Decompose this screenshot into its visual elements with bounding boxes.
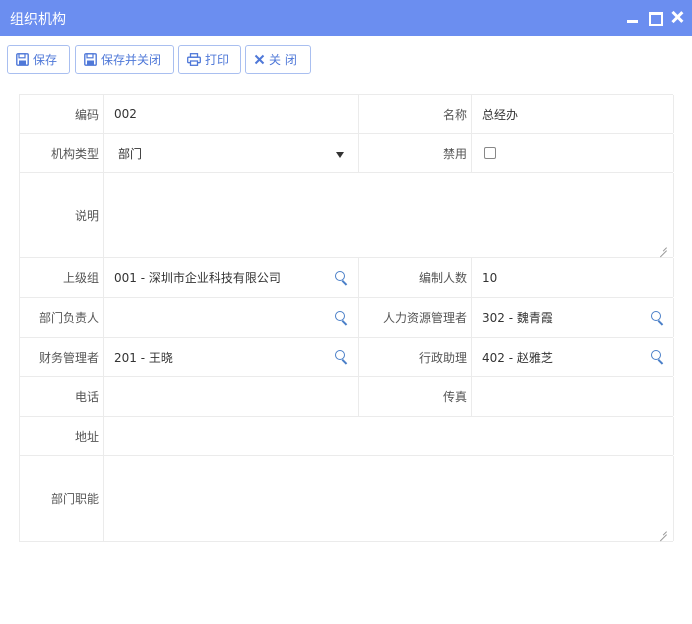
phone-label: 电话 — [20, 377, 104, 416]
type-select-value: 部门 — [118, 146, 143, 161]
save-button[interactable]: 保存 — [7, 45, 70, 74]
finance-value: 201 - 王晓 — [114, 350, 173, 365]
resize-handle-icon[interactable] — [659, 243, 667, 251]
chevron-down-icon — [336, 152, 344, 158]
search-icon[interactable] — [335, 311, 349, 325]
search-icon[interactable] — [651, 350, 665, 364]
hr-label: 人力资源管理者 — [359, 298, 472, 337]
code-input[interactable]: 002 — [104, 95, 359, 133]
save-and-close-label: 保存并关闭 — [101, 53, 162, 67]
disabled-label: 禁用 — [359, 134, 472, 172]
form-row-phone: 电话 传真 — [20, 377, 674, 417]
code-label: 编码 — [20, 95, 104, 133]
address-input[interactable] — [104, 417, 674, 455]
duty-label: 部门职能 — [20, 456, 104, 541]
x-icon — [254, 54, 265, 65]
minimize-icon[interactable] — [626, 10, 640, 24]
headcount-label: 编制人数 — [359, 258, 472, 297]
toolbar: 保存 保存并关闭 打印 关 闭 — [0, 36, 692, 84]
phone-input[interactable] — [104, 377, 359, 416]
organization-form: 编码 002 名称 总经办 机构类型 部门 禁用 说明 上级组 001 - 深圳… — [19, 94, 674, 542]
parent-label: 上级组 — [20, 258, 104, 297]
search-icon[interactable] — [335, 271, 349, 285]
close-label: 关 闭 — [269, 53, 297, 67]
form-row-type: 机构类型 部门 禁用 — [20, 134, 674, 173]
save-icon — [16, 53, 29, 66]
admin-input[interactable]: 402 - 赵雅芝 — [472, 338, 674, 376]
finance-input[interactable]: 201 - 王晓 — [104, 338, 359, 376]
disabled-cell — [472, 134, 674, 172]
form-row-address: 地址 — [20, 417, 674, 456]
close-icon[interactable] — [670, 10, 684, 24]
address-label: 地址 — [20, 417, 104, 455]
dept-head-label: 部门负责人 — [20, 298, 104, 337]
save-label: 保存 — [33, 53, 58, 67]
printer-icon — [187, 53, 201, 66]
print-label: 打印 — [205, 53, 230, 67]
finance-label: 财务管理者 — [20, 338, 104, 376]
close-button[interactable]: 关 闭 — [245, 45, 311, 74]
name-input[interactable]: 总经办 — [472, 95, 674, 133]
form-row-dept-head: 部门负责人 人力资源管理者 302 - 魏青霞 — [20, 298, 674, 338]
form-row-parent: 上级组 001 - 深圳市企业科技有限公司 编制人数 10 — [20, 258, 674, 298]
fax-input[interactable] — [472, 377, 674, 416]
description-textarea[interactable] — [104, 173, 674, 257]
resize-handle-icon[interactable] — [659, 527, 667, 535]
parent-input[interactable]: 001 - 深圳市企业科技有限公司 — [104, 258, 359, 297]
dept-head-input[interactable] — [104, 298, 359, 337]
name-label: 名称 — [359, 95, 472, 133]
duty-textarea[interactable] — [104, 456, 674, 541]
type-label: 机构类型 — [20, 134, 104, 172]
search-icon[interactable] — [651, 311, 665, 325]
search-icon[interactable] — [335, 350, 349, 364]
admin-label: 行政助理 — [359, 338, 472, 376]
fax-label: 传真 — [359, 377, 472, 416]
form-row-code: 编码 002 名称 总经办 — [20, 95, 674, 134]
disabled-checkbox[interactable] — [484, 147, 496, 159]
type-select[interactable]: 部门 — [104, 134, 359, 172]
window-title: 组织机构 — [10, 12, 66, 28]
headcount-input[interactable]: 10 — [472, 258, 674, 297]
form-row-finance: 财务管理者 201 - 王晓 行政助理 402 - 赵雅芝 — [20, 338, 674, 377]
form-row-duty: 部门职能 — [20, 456, 674, 542]
admin-value: 402 - 赵雅芝 — [482, 350, 553, 365]
save-icon — [84, 53, 97, 66]
hr-input[interactable]: 302 - 魏青霞 — [472, 298, 674, 337]
form-row-description: 说明 — [20, 173, 674, 258]
description-label: 说明 — [20, 173, 104, 257]
maximize-icon[interactable] — [648, 10, 663, 26]
window-titlebar: 组织机构 — [0, 0, 692, 36]
hr-value: 302 - 魏青霞 — [482, 311, 553, 325]
save-and-close-button[interactable]: 保存并关闭 — [75, 45, 174, 74]
parent-value: 001 - 深圳市企业科技有限公司 — [114, 271, 281, 285]
print-button[interactable]: 打印 — [178, 45, 241, 74]
